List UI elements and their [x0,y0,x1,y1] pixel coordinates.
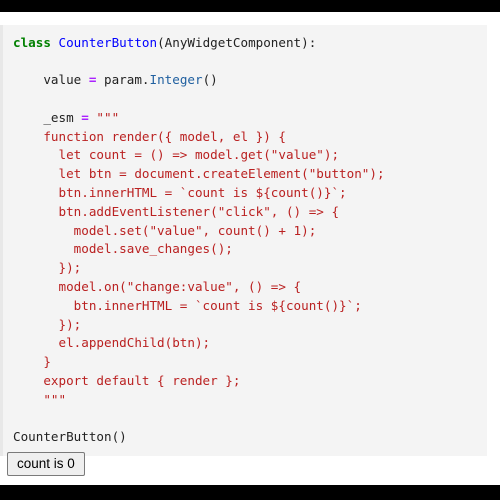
code-token: export default { render }; [13,372,241,388]
code-token: Integer [149,72,203,88]
code-line: } [13,353,477,372]
code-token: model.save_changes(); [13,241,233,257]
code-token: """ [88,109,120,125]
code-line: """ [13,391,477,410]
notebook-cell: class CounterButton(AnyWidgetComponent):… [0,12,487,476]
code-token: btn.innerHTML = `count is ${count()}`; [13,297,362,313]
code-token: """ [13,391,67,407]
code-token: class [13,34,59,50]
code-line: btn.innerHTML = `count is ${count()}`; [13,184,477,203]
code-line: let btn = document.createElement("button… [13,165,477,184]
code-token: value [13,72,89,88]
code-line: }); [13,259,477,278]
code-token: btn.addEventListener("click", () => { [13,203,340,219]
code-line: model.set("value", count() + 1); [13,222,477,241]
code-token: model.on("change:value", () => { [13,278,302,294]
code-token: }); [13,260,82,276]
code-line: let count = () => model.get("value"); [13,146,477,165]
code-line: el.appendChild(btn); [13,334,477,353]
code-token: btn.innerHTML = `count is ${count()}`; [13,184,347,200]
code-line: }); [13,316,477,335]
code-token: } [13,354,51,370]
code-line: _esm = """ [13,109,477,128]
code-line: btn.addEventListener("click", () => { [13,203,477,222]
code-token: let btn = document.createElement("button… [13,166,385,182]
code-line: class CounterButton(AnyWidgetComponent): [13,34,477,53]
code-token: function render({ model, el }) { [13,128,286,144]
code-token: model.set("value", count() + 1); [13,222,317,238]
code-line: model.on("change:value", () => { [13,278,477,297]
code-token: _esm [13,109,82,125]
code-token: let count = () => model.get("value"); [13,147,340,163]
code-token: CounterButton() [13,429,127,445]
screenshot-viewport: class CounterButton(AnyWidgetComponent):… [0,0,500,500]
code-token: el.appendChild(btn); [13,335,211,351]
code-editor-block[interactable]: class CounterButton(AnyWidgetComponent):… [0,24,487,457]
code-line: function render({ model, el }) { [13,128,477,147]
code-line: model.save_changes(); [13,240,477,259]
code-token: }); [13,316,82,332]
top-black-band [0,0,500,12]
code-line: value = param.Integer() [13,71,477,90]
code-token: () [202,72,218,88]
code-line: btn.innerHTML = `count is ${count()}`; [13,297,477,316]
bottom-black-band [0,485,500,500]
code-token: (AnyWidgetComponent): [157,34,317,50]
cell-output-area: count is 0 [0,444,487,476]
code-token: = [81,109,89,125]
counter-button-widget[interactable]: count is 0 [7,452,85,476]
notebook-page: class CounterButton(AnyWidgetComponent):… [0,12,500,485]
code-token: param. [96,72,150,88]
code-line: export default { render }; [13,372,477,391]
code-token: CounterButton [58,34,158,50]
